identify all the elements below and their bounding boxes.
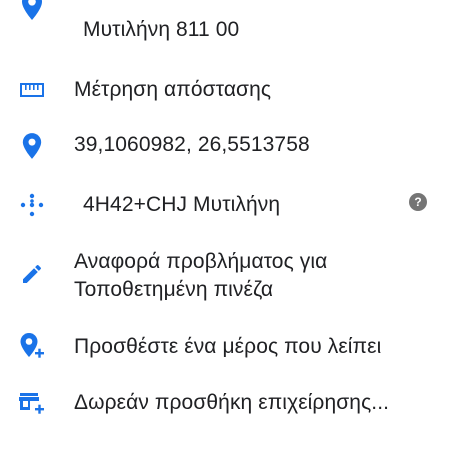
add-business-row[interactable]: Δωρεάν προσθήκη επιχείρησης... bbox=[0, 385, 450, 425]
help-icon[interactable]: ? bbox=[409, 193, 427, 211]
coordinates-row[interactable]: 39,1060982, 26,5513758 bbox=[0, 128, 450, 168]
report-problem-line2: Τοποθετημένη πινέζα bbox=[74, 278, 274, 301]
plus-code-dots-icon bbox=[14, 187, 50, 223]
address-line: Μυτιλήνη 811 00 bbox=[83, 18, 240, 41]
add-location-icon bbox=[14, 328, 50, 364]
edit-pencil-icon bbox=[14, 256, 50, 292]
add-business-label: Δωρεάν προσθήκη επιχείρησης... bbox=[74, 391, 390, 414]
location-pin-icon bbox=[14, 128, 50, 164]
add-business-icon bbox=[14, 385, 50, 421]
ruler-icon bbox=[14, 72, 50, 108]
measure-distance-label: Μέτρηση απόστασης bbox=[74, 78, 272, 101]
address-row[interactable]: Μυτιλήνη 811 00 bbox=[0, 0, 450, 50]
measure-distance-row[interactable]: Μέτρηση απόστασης bbox=[0, 70, 450, 110]
plus-code-value: 4H42+CHJ Μυτιλήνη bbox=[83, 193, 281, 216]
report-problem-row[interactable]: Αναφορά προβλήματος για Τοποθετημένη πιν… bbox=[0, 246, 450, 308]
add-missing-place-row[interactable]: Προσθέστε ένα μέρος που λείπει bbox=[0, 328, 450, 368]
plus-code-row[interactable]: 4H42+CHJ Μυτιλήνη ? bbox=[0, 185, 450, 225]
coordinates-value: 39,1060982, 26,5513758 bbox=[74, 133, 310, 156]
add-missing-place-label: Προσθέστε ένα μέρος που λείπει bbox=[74, 335, 382, 358]
location-pin-icon bbox=[14, 0, 50, 24]
place-details-panel: Μυτιλήνη 811 00 Μέτρηση απόστασης 39,106… bbox=[0, 0, 450, 450]
report-problem-line1: Αναφορά προβλήματος για bbox=[74, 250, 328, 273]
